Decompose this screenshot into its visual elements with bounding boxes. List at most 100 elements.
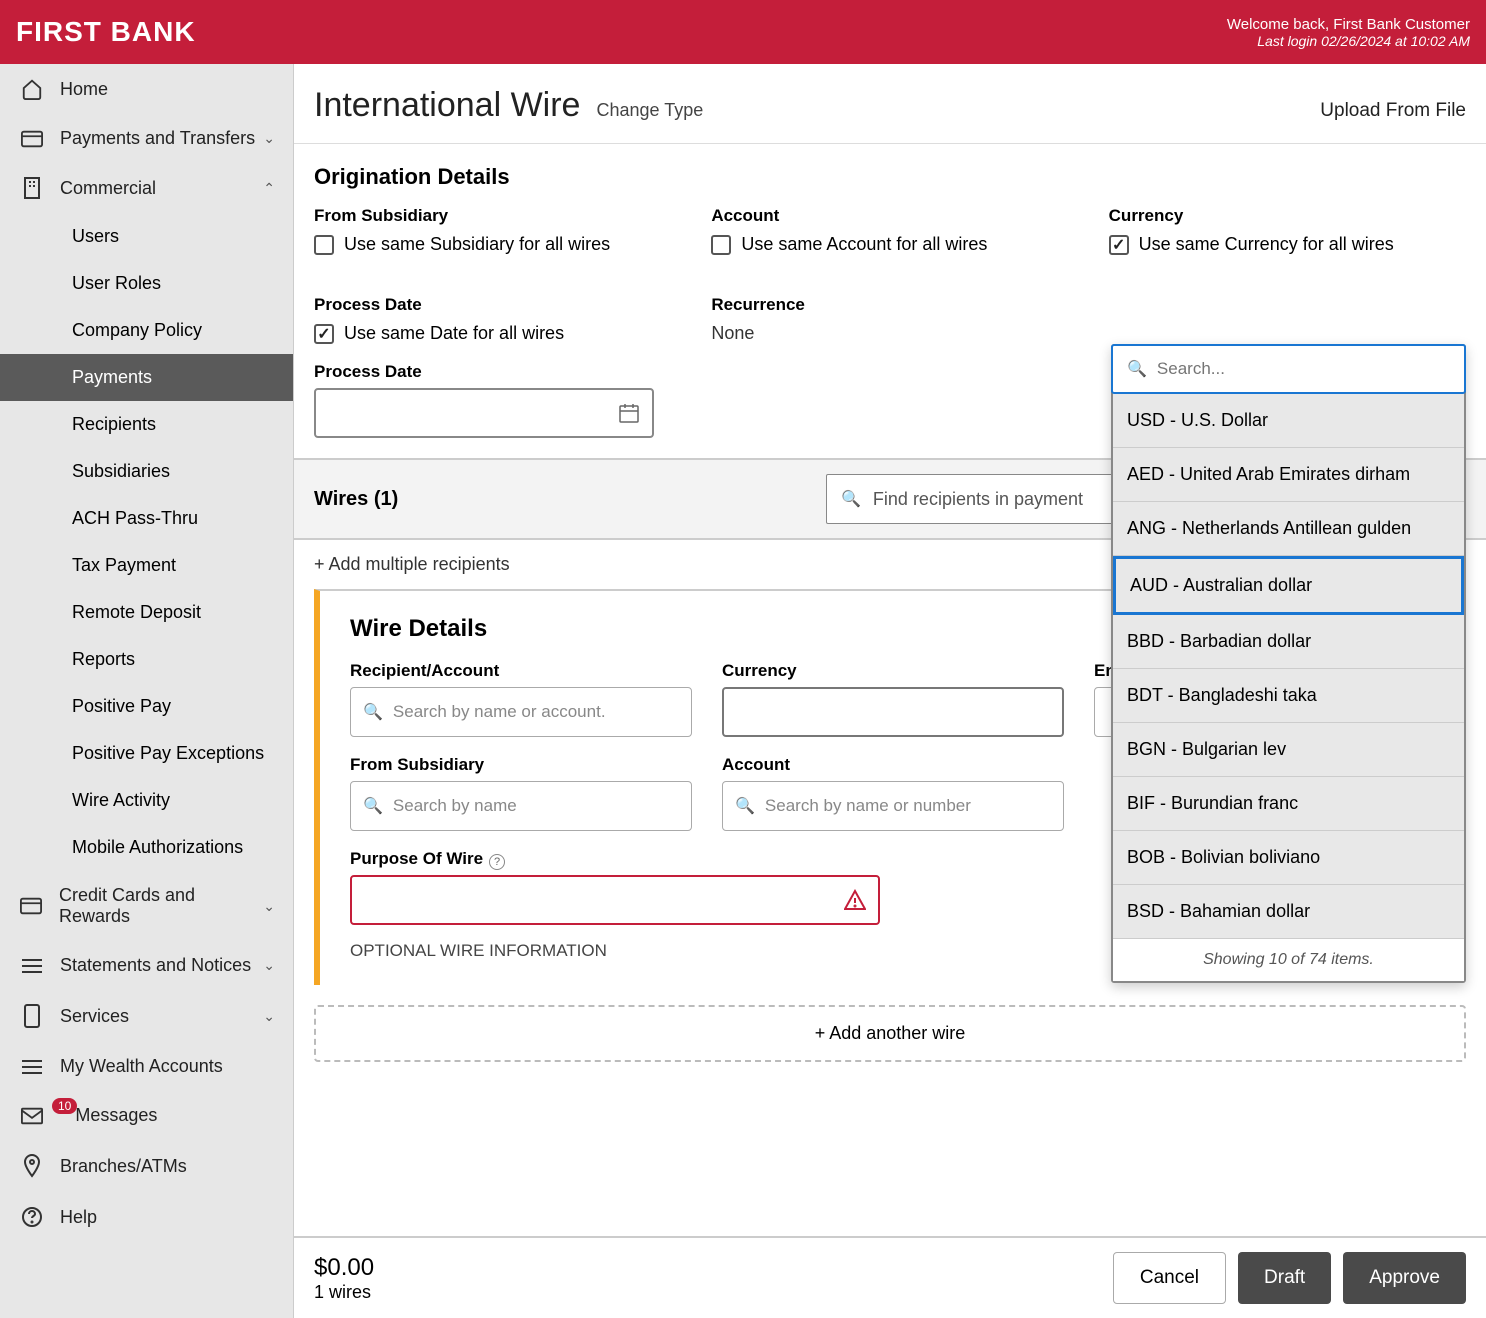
currency-option-aed[interactable]: AED - United Arab Emirates dirham: [1113, 448, 1464, 502]
nav-user-roles[interactable]: User Roles: [0, 260, 293, 307]
chevron-down-icon: ⌄: [263, 898, 275, 915]
currency-option-aud[interactable]: AUD - Australian dollar: [1113, 556, 1464, 615]
nav-payments-transfers[interactable]: Payments and Transfers ⌄: [0, 114, 293, 163]
chevron-up-icon: ⌃: [263, 180, 275, 197]
nav-positive-pay[interactable]: Positive Pay: [0, 683, 293, 730]
device-icon: [18, 1004, 46, 1028]
nav-wealth[interactable]: My Wealth Accounts: [0, 1042, 293, 1091]
account-label: Account: [711, 206, 1068, 226]
welcome-text: Welcome back, First Bank Customer: [1227, 16, 1470, 33]
chevron-down-icon: ⌄: [263, 130, 275, 147]
purpose-input[interactable]: [350, 875, 880, 925]
from-subsidiary-label: From Subsidiary: [314, 206, 671, 226]
same-currency-checkbox[interactable]: [1109, 235, 1129, 255]
nav-statements[interactable]: Statements and Notices ⌄: [0, 941, 293, 990]
same-account-checkbox[interactable]: [711, 235, 731, 255]
search-icon: 🔍: [1127, 359, 1147, 379]
card-icon: [18, 130, 46, 148]
nav-home[interactable]: Home: [0, 64, 293, 114]
header-userinfo: Welcome back, First Bank Customer Last l…: [1227, 16, 1470, 49]
help-icon: [18, 1206, 46, 1228]
currency-option-bgn[interactable]: BGN - Bulgarian lev: [1113, 723, 1464, 777]
process-date-label: Process Date: [314, 295, 671, 315]
nav-tax-payment[interactable]: Tax Payment: [0, 542, 293, 589]
search-icon: 🔍: [735, 796, 755, 816]
nav-credit-cards[interactable]: Credit Cards and Rewards ⌄: [0, 871, 293, 941]
currency-dropdown: 🔍 USD - U.S. Dollar AED - United Arab Em…: [1111, 344, 1466, 983]
nav-positive-pay-exceptions[interactable]: Positive Pay Exceptions: [0, 730, 293, 777]
currency-search-input[interactable]: [1157, 359, 1450, 379]
from-subsidiary-input[interactable]: 🔍 Search by name: [350, 781, 692, 831]
nav-ach-passthru[interactable]: ACH Pass-Thru: [0, 495, 293, 542]
account-input[interactable]: 🔍 Search by name or number: [722, 781, 1064, 831]
change-type-link[interactable]: Change Type: [596, 100, 703, 121]
currency-option-bob[interactable]: BOB - Bolivian boliviano: [1113, 831, 1464, 885]
building-icon: [18, 177, 46, 199]
main-content: International Wire Change Type Upload Fr…: [294, 64, 1486, 1318]
messages-badge: 10: [52, 1098, 77, 1114]
list-icon: [18, 958, 46, 974]
recipient-input[interactable]: 🔍 Search by name or account.: [350, 687, 692, 737]
currency-label: Currency: [1109, 206, 1466, 226]
purpose-label: Purpose Of Wire: [350, 849, 483, 869]
same-subsidiary-checkbox[interactable]: [314, 235, 334, 255]
currency-option-bbd[interactable]: BBD - Barbadian dollar: [1113, 615, 1464, 669]
currency-search[interactable]: 🔍: [1111, 344, 1466, 394]
nav-branches[interactable]: Branches/ATMs: [0, 1140, 293, 1192]
nav-wire-activity[interactable]: Wire Activity: [0, 777, 293, 824]
help-icon[interactable]: ?: [489, 854, 505, 870]
nav-messages[interactable]: 10 Messages: [0, 1091, 293, 1140]
page-title: International Wire: [314, 86, 580, 125]
currency-dropdown-footer: Showing 10 of 74 items.: [1113, 939, 1464, 981]
nav-remote-deposit[interactable]: Remote Deposit: [0, 589, 293, 636]
nav-subsidiaries[interactable]: Subsidiaries: [0, 448, 293, 495]
home-icon: [18, 78, 46, 100]
last-login-text: Last login 02/26/2024 at 10:02 AM: [1227, 33, 1470, 49]
nav-services[interactable]: Services ⌄: [0, 990, 293, 1042]
nav-recipients[interactable]: Recipients: [0, 401, 293, 448]
process-date-input[interactable]: [314, 388, 654, 438]
draft-button[interactable]: Draft: [1238, 1252, 1331, 1304]
from-subsidiary-field-label: From Subsidiary: [350, 755, 692, 775]
bank-logo: FIRST BANK: [16, 16, 196, 48]
search-icon: 🔍: [363, 702, 383, 722]
approve-button[interactable]: Approve: [1343, 1252, 1466, 1304]
footer-amount: $0.00: [314, 1254, 374, 1282]
currency-option-bsd[interactable]: BSD - Bahamian dollar: [1113, 885, 1464, 939]
warning-icon: [844, 889, 866, 911]
recipient-label: Recipient/Account: [350, 661, 692, 681]
currency-option-ang[interactable]: ANG - Netherlands Antillean gulden: [1113, 502, 1464, 556]
nav-help[interactable]: Help: [0, 1192, 293, 1242]
chevron-down-icon: ⌄: [263, 1008, 275, 1025]
sidebar: Home Payments and Transfers ⌄ Commercial…: [0, 64, 294, 1318]
currency-option-usd[interactable]: USD - U.S. Dollar: [1113, 394, 1464, 448]
chevron-down-icon: ⌄: [263, 957, 275, 974]
location-icon: [18, 1154, 46, 1178]
footer-wire-count: 1 wires: [314, 1282, 374, 1303]
calendar-icon: [618, 402, 640, 424]
upload-link[interactable]: Upload From File: [1320, 100, 1466, 122]
nav-commercial[interactable]: Commercial ⌃: [0, 163, 293, 213]
page-header: International Wire Change Type Upload Fr…: [294, 64, 1486, 144]
recurrence-label: Recurrence: [711, 295, 1068, 315]
footer-bar: $0.00 1 wires Cancel Draft Approve: [294, 1236, 1486, 1318]
wires-title: Wires (1): [314, 488, 398, 511]
section-title: Origination Details: [314, 164, 1466, 190]
list-icon: [18, 1059, 46, 1075]
nav-company-policy[interactable]: Company Policy: [0, 307, 293, 354]
cancel-button[interactable]: Cancel: [1113, 1252, 1226, 1304]
same-date-checkbox[interactable]: [314, 324, 334, 344]
recurrence-value: None: [711, 323, 1068, 344]
search-icon: 🔍: [841, 489, 861, 509]
currency-field-label: Currency: [722, 661, 1064, 681]
search-icon: 🔍: [363, 796, 383, 816]
nav-reports[interactable]: Reports: [0, 636, 293, 683]
nav-users[interactable]: Users: [0, 213, 293, 260]
app-header: FIRST BANK Welcome back, First Bank Cust…: [0, 0, 1486, 64]
currency-input[interactable]: [722, 687, 1064, 737]
nav-payments[interactable]: Payments: [0, 354, 293, 401]
add-another-wire-button[interactable]: + Add another wire: [314, 1005, 1466, 1062]
currency-option-bdt[interactable]: BDT - Bangladeshi taka: [1113, 669, 1464, 723]
nav-mobile-auth[interactable]: Mobile Authorizations: [0, 824, 293, 871]
currency-option-bif[interactable]: BIF - Burundian franc: [1113, 777, 1464, 831]
